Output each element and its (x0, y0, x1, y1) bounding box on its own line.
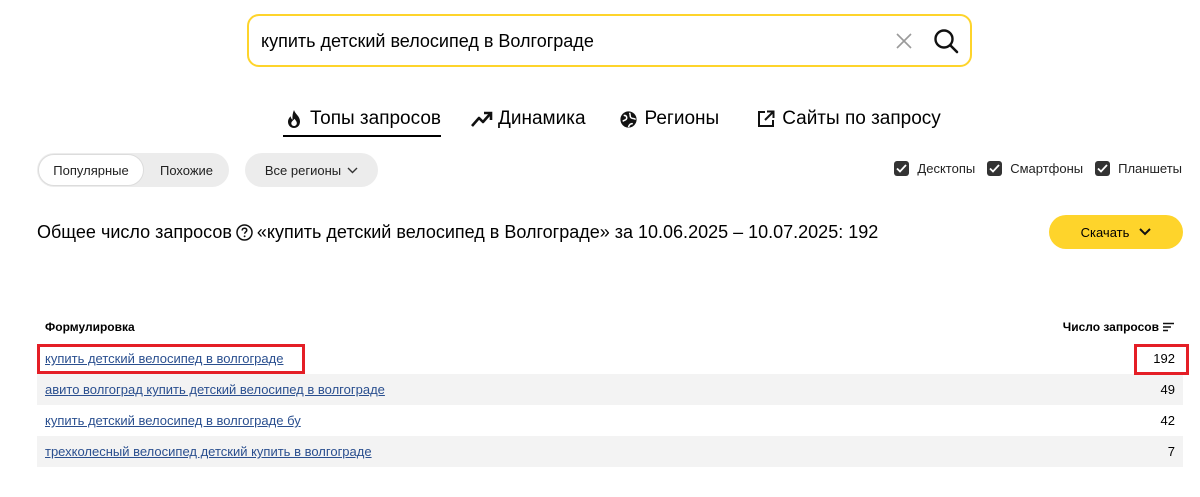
sort-icon[interactable] (1163, 322, 1174, 332)
column-header-count[interactable]: Число запросов (1063, 320, 1174, 334)
tab-top-queries-label: Топы запросов (310, 108, 441, 129)
query-count: 192 (1153, 351, 1175, 366)
trend-icon (471, 108, 493, 130)
query-count: 49 (1160, 382, 1175, 397)
popular-similar-toggle: Популярные Похожие (37, 153, 229, 187)
device-tablets[interactable]: Планшеты (1095, 161, 1182, 176)
download-label: Скачать (1080, 224, 1130, 240)
report-tabs: Топы запросов Динамика Регионы Сайты по … (273, 104, 941, 137)
tab-sites[interactable]: Сайты по запросу (755, 104, 941, 134)
summary-prefix: Общее число запросов (37, 222, 232, 242)
regions-dropdown[interactable]: Все регионы (245, 153, 378, 187)
device-filters: Десктопы Смартфоны Планшеты (882, 161, 1182, 176)
chevron-down-icon (1139, 228, 1152, 236)
query-link[interactable]: трехколесный велосипед детский купить в … (45, 444, 372, 459)
similar-button[interactable]: Похожие (144, 154, 229, 186)
column-header-count-label: Число запросов (1062, 320, 1159, 334)
help-icon[interactable] (236, 224, 253, 241)
popular-button[interactable]: Популярные (38, 154, 144, 186)
tab-regions[interactable]: Регионы (618, 104, 720, 134)
globe-icon (618, 108, 640, 130)
query-link[interactable]: купить детский велосипед в волгограде (45, 351, 283, 366)
table-row: трехколесный велосипед детский купить в … (37, 436, 1183, 467)
table-row: авито волгоград купить детский велосипед… (37, 374, 1183, 405)
tab-sites-label: Сайты по запросу (782, 108, 941, 129)
query-count: 7 (1167, 444, 1175, 459)
tablets-checkbox[interactable] (1095, 161, 1111, 176)
fire-icon (283, 108, 305, 130)
table-row: купить детский велосипед в волгограде 19… (37, 343, 1183, 374)
column-header-phrase: Формулировка (45, 320, 135, 334)
smartphones-checkbox[interactable] (987, 161, 1003, 176)
desktops-checkbox[interactable] (894, 161, 910, 176)
tab-dynamics-label: Динамика (498, 108, 586, 129)
table-row: купить детский велосипед в волгограде бу… (37, 405, 1183, 436)
query-link[interactable]: купить детский велосипед в волгограде бу (45, 413, 301, 428)
search-input[interactable]: купить детский велосипед в Волгограде (261, 31, 594, 52)
tab-dynamics[interactable]: Динамика (471, 104, 586, 134)
external-link-icon (755, 108, 777, 130)
device-smartphones[interactable]: Смартфоны (987, 161, 1083, 176)
smartphones-label: Смартфоны (1010, 161, 1084, 176)
chevron-down-icon (347, 167, 358, 174)
desktops-label: Десктопы (917, 161, 976, 176)
regions-dropdown-label: Все регионы (264, 162, 342, 178)
tab-regions-label: Регионы (644, 108, 720, 129)
tablets-label: Планшеты (1118, 161, 1182, 176)
search-icon[interactable] (932, 27, 960, 55)
summary-line: Общее число запросов «купить детский вел… (37, 222, 878, 243)
download-button[interactable]: Скачать (1049, 215, 1183, 249)
device-desktops[interactable]: Десктопы (894, 161, 975, 176)
summary-text: «купить детский велосипед в Волгограде» … (256, 222, 879, 242)
query-link[interactable]: авито волгоград купить детский велосипед… (45, 382, 385, 397)
clear-icon[interactable] (894, 31, 914, 51)
query-count: 42 (1160, 413, 1175, 428)
search-bar[interactable]: купить детский велосипед в Волгограде (247, 14, 972, 67)
tab-top-queries[interactable]: Топы запросов (283, 104, 441, 137)
